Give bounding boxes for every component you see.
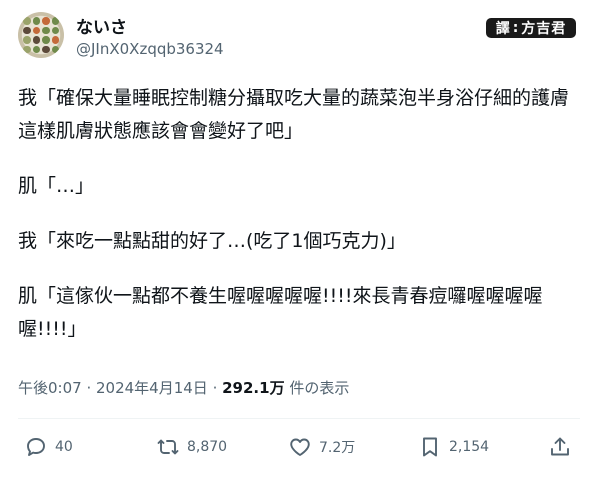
heart-icon (290, 438, 310, 456)
reply-icon (27, 438, 45, 456)
bookmark-icon (423, 437, 437, 457)
views-label: 件の表示 (284, 379, 350, 397)
reply-button[interactable]: 40 (24, 435, 73, 459)
repost-count: 8,870 (187, 439, 228, 455)
tweet-meta: 午後0:07 · 2024年4月14日 · 292.1万 件の表示 (18, 377, 349, 398)
avatar[interactable] (18, 12, 64, 58)
tweet-paragraph: 肌「…」 (18, 175, 95, 197)
author-handle[interactable]: @JInX0Xzqqb36324 (76, 40, 224, 58)
action-bar: 40 8,870 7.2万 2,154 (18, 435, 580, 471)
badge-left-text: 譯 (495, 21, 511, 37)
post-date[interactable]: 2024年4月14日 (96, 379, 208, 397)
share-icon (551, 437, 569, 456)
meta-separator: · (207, 379, 223, 397)
author-name[interactable]: ないさ (76, 13, 127, 38)
view-count: 292.1万 (222, 379, 285, 397)
badge-right-text: 方吉君 (521, 21, 567, 37)
tweet-paragraph: 我「確保大量睡眠控制糖分攝取吃大量的蔬菜泡半身浴仔細的護膚這樣肌膚狀態應該會會變… (18, 87, 570, 142)
tweet-paragraph: 肌「這傢伙一點都不養生喔喔喔喔喔!!!!來長青春痘囉喔喔喔喔喔!!!!」 (18, 285, 543, 340)
bookmark-button[interactable]: 2,154 (418, 435, 489, 459)
post-time[interactable]: 午後0:07 (18, 379, 82, 397)
repost-icon (157, 439, 179, 455)
bookmark-count: 2,154 (449, 439, 490, 455)
translator-badge: 譯: 方吉君 (486, 18, 576, 38)
repost-button[interactable]: 8,870 (156, 435, 227, 459)
divider (18, 418, 580, 419)
meta-separator: · (81, 379, 96, 397)
share-button[interactable] (548, 435, 579, 459)
tweet-paragraph: 我「來吃一點點甜的好了…(吃了1個巧克力)」 (18, 230, 406, 252)
reply-count: 40 (55, 439, 73, 455)
like-count: 7.2万 (319, 440, 356, 456)
like-button[interactable]: 7.2万 (288, 435, 355, 459)
tweet-body: 我「確保大量睡眠控制糖分攝取吃大量的蔬菜泡半身浴仔細的護膚這樣肌膚狀態應該會會變… (18, 82, 583, 346)
